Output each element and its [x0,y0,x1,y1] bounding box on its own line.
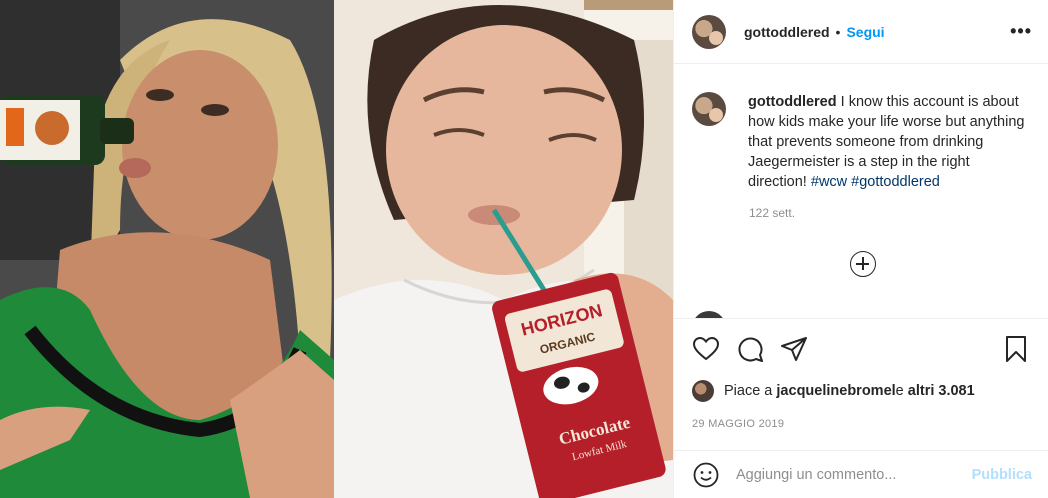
load-more-comments-icon[interactable] [850,251,876,277]
comment-input[interactable] [736,466,946,483]
photo-left [0,0,334,498]
speech-bubble-icon [738,337,763,362]
caption-username[interactable]: gottoddlered [748,94,837,110]
add-comment-bar: Pubblica [674,450,1048,498]
post-side-panel: gottoddlered • Segui ••• gottoddlered I … [673,0,1048,498]
avatar[interactable] [692,14,726,49]
emoji-button[interactable] [692,461,720,489]
heart-icon [693,336,719,360]
like-button[interactable] [690,333,722,365]
bookmark-icon [1006,335,1026,362]
hashtag-link[interactable]: #gottoddlered [851,174,940,190]
post-date[interactable]: 29 MAGGIO 2019 [692,418,784,430]
post-username[interactable]: gottoddlered [744,24,830,40]
smiley-icon [693,462,719,487]
photo-right: HORIZON ORGANIC Chocolate Lowfat Milk [334,0,673,498]
comment-avatar[interactable] [692,311,726,318]
likes-prefix: Piace a [724,383,773,399]
instagram-post: HORIZON ORGANIC Chocolate Lowfat Milk go… [0,0,1048,498]
caption: gottoddlered I know this account is abou… [674,65,1048,192]
action-bar [674,318,1048,378]
likes-count-link[interactable]: altri 3.081 [908,383,975,399]
post-media[interactable]: HORIZON ORGANIC Chocolate Lowfat Milk [0,0,673,498]
post-age[interactable]: 122 sett. [749,206,1048,220]
caption-avatar[interactable] [692,92,726,126]
comment-button[interactable] [734,333,766,365]
caption-text: gottoddlered I know this account is abou… [748,92,1032,192]
liker-avatar[interactable] [692,380,714,402]
more-options-icon[interactable]: ••• [1010,21,1032,42]
follow-button[interactable]: Segui [846,24,884,40]
comments-section[interactable]: gottoddlered I know this account is abou… [674,65,1048,318]
paper-plane-icon [781,336,807,361]
liker-username[interactable]: jacquelinebromel [776,383,895,399]
publish-button[interactable]: Pubblica [972,467,1032,483]
save-button[interactable] [1000,333,1032,365]
hashtag-link[interactable]: #wcw [811,174,847,190]
share-button[interactable] [778,333,810,365]
post-header: gottoddlered • Segui ••• [674,0,1048,64]
separator-dot: • [835,23,841,40]
likes-line: Piace a jacquelinebromel e altri 3.081 [692,380,1032,402]
likes-middle: e [895,383,904,399]
